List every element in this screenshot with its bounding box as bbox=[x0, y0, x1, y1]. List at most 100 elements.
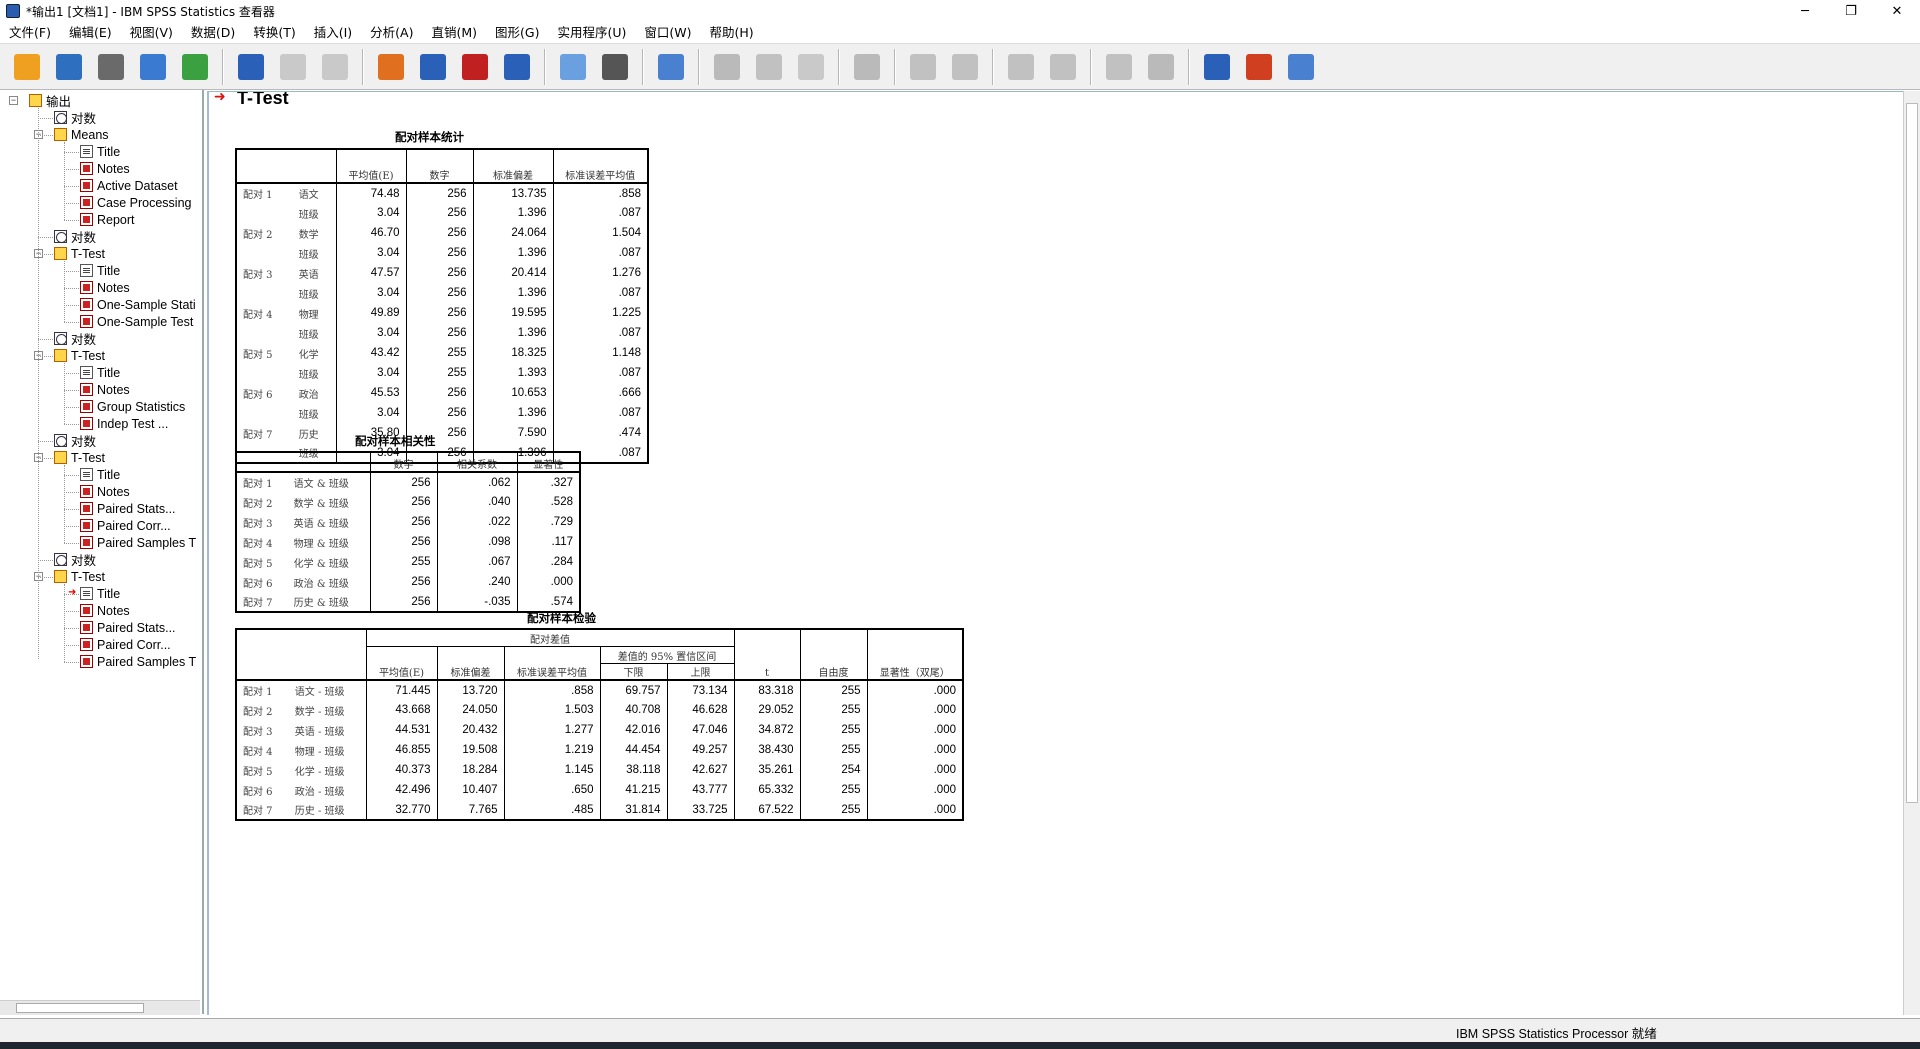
table-cell: 47.046 bbox=[666, 720, 734, 740]
table-row: 配对 7 历史 & 班级 256 -.035.574 bbox=[236, 592, 580, 612]
export-icon[interactable] bbox=[178, 50, 212, 84]
tree-node[interactable]: Paired Samples T bbox=[80, 653, 196, 670]
section-title[interactable]: T-Test bbox=[237, 92, 289, 109]
select-icon[interactable] bbox=[556, 50, 590, 84]
collapse-icon[interactable] bbox=[1046, 50, 1080, 84]
goto-variable-icon[interactable] bbox=[416, 50, 450, 84]
menu-item-6[interactable]: 分析(A) bbox=[361, 22, 422, 44]
back-icon[interactable] bbox=[906, 50, 940, 84]
tree-node[interactable]: 对数 bbox=[54, 228, 96, 245]
tree-node[interactable]: One-Sample Stati bbox=[80, 296, 196, 313]
tree-node[interactable]: T-Test bbox=[54, 449, 105, 466]
tree-node[interactable]: Report bbox=[80, 211, 135, 228]
tree-node[interactable]: 对数 bbox=[54, 551, 96, 568]
print-preview-icon[interactable] bbox=[136, 50, 170, 84]
insert-text-icon[interactable] bbox=[1284, 50, 1318, 84]
tree-node[interactable]: Notes bbox=[80, 381, 130, 398]
pivot-2-icon[interactable] bbox=[752, 50, 786, 84]
tree-node[interactable]: Case Processing bbox=[80, 194, 192, 211]
paired-stats-table[interactable]: 平均值(E) 数字 标准偏差 标准误差平均值 配对 1 语文 74.48 256 13.735.… bbox=[235, 148, 649, 464]
close-button[interactable]: ✕ bbox=[1874, 0, 1920, 22]
designate-window-icon[interactable] bbox=[654, 50, 688, 84]
column-header: 平均值(E) bbox=[335, 148, 407, 184]
tree-node[interactable]: Paired Stats... bbox=[80, 500, 176, 517]
tree-node[interactable]: 对数 bbox=[54, 432, 96, 449]
forward-icon[interactable] bbox=[948, 50, 982, 84]
row-label: 配对 6 bbox=[243, 578, 273, 590]
tree-node[interactable]: Title bbox=[80, 364, 120, 381]
goto-data-icon[interactable] bbox=[234, 50, 268, 84]
tree-node[interactable]: Notes bbox=[80, 483, 130, 500]
tree-node[interactable]: Indep Test ... bbox=[80, 415, 168, 432]
hide-2-icon[interactable] bbox=[1144, 50, 1178, 84]
menu-item-3[interactable]: 数据(D) bbox=[182, 22, 244, 44]
tree-node[interactable]: T-Test bbox=[54, 245, 105, 262]
test-table-caption[interactable]: 配对样本检验 bbox=[527, 610, 596, 626]
tree-node-label: 对数 bbox=[71, 554, 97, 568]
tree-node[interactable]: Paired Corr... bbox=[80, 636, 171, 653]
print-icon[interactable] bbox=[94, 50, 128, 84]
tree-node[interactable]: Notes bbox=[80, 279, 130, 296]
menu-item-8[interactable]: 图形(G) bbox=[486, 22, 548, 44]
collapse-toggle-icon[interactable]: − bbox=[9, 96, 18, 105]
tree-node[interactable]: Title bbox=[80, 143, 120, 160]
open-folder-icon[interactable] bbox=[10, 50, 44, 84]
menu-item-2[interactable]: 视图(V) bbox=[121, 22, 182, 44]
pivot-3-icon[interactable] bbox=[794, 50, 828, 84]
menu-item-10[interactable]: 窗口(W) bbox=[635, 22, 700, 44]
paired-test-table[interactable]: 配对差值 t 自由度 显著性（双尾） 平均值(E) 标准偏差 标准误差平均值 差值的 95% … bbox=[235, 628, 964, 821]
tree-node[interactable]: Title bbox=[80, 262, 120, 279]
save-icon[interactable] bbox=[52, 50, 86, 84]
tree-node[interactable]: 对数 bbox=[54, 109, 96, 126]
tree-node[interactable]: Active Dataset bbox=[80, 177, 178, 194]
tree-node[interactable]: Notes bbox=[80, 602, 130, 619]
stats-table-caption[interactable]: 配对样本统计 bbox=[395, 129, 464, 145]
scroll-thumb[interactable] bbox=[16, 1003, 144, 1013]
goto-case-icon[interactable] bbox=[374, 50, 408, 84]
tree-connector bbox=[38, 560, 53, 561]
menu-item-4[interactable]: 转换(T) bbox=[244, 22, 304, 44]
tree-node[interactable]: Paired Samples T bbox=[80, 534, 196, 551]
tree-node[interactable]: Notes bbox=[80, 160, 130, 177]
row-label: 配对 2 bbox=[243, 706, 273, 718]
hide-icon[interactable] bbox=[850, 50, 884, 84]
tree-node[interactable]: Means bbox=[54, 126, 109, 143]
tree-node[interactable]: T-Test bbox=[54, 568, 105, 585]
tree-node[interactable]: One-Sample Test bbox=[80, 313, 193, 330]
corr-table-caption[interactable]: 配对样本相关性 bbox=[355, 433, 436, 449]
expand-icon[interactable] bbox=[1004, 50, 1038, 84]
select-2-icon[interactable] bbox=[598, 50, 632, 84]
minimize-button[interactable]: ─ bbox=[1782, 0, 1828, 22]
pivot-icon[interactable] bbox=[710, 50, 744, 84]
menu-item-5[interactable]: 插入(I) bbox=[305, 22, 361, 44]
redo-icon[interactable] bbox=[318, 50, 352, 84]
insert-heading-icon[interactable] bbox=[1200, 50, 1234, 84]
maximize-button[interactable]: ❐ bbox=[1828, 0, 1874, 22]
tree-node[interactable]: T-Test bbox=[54, 347, 105, 364]
menu-item-11[interactable]: 帮助(H) bbox=[701, 22, 763, 44]
insert-output-icon[interactable] bbox=[458, 50, 492, 84]
tree-node[interactable]: Title bbox=[80, 466, 120, 483]
menu-item-1[interactable]: 编辑(E) bbox=[60, 22, 121, 44]
tree-node[interactable]: Paired Stats... bbox=[80, 619, 176, 636]
show-icon[interactable] bbox=[1102, 50, 1136, 84]
tree-node[interactable]: Title bbox=[80, 585, 120, 602]
menu-item-0[interactable]: 文件(F) bbox=[0, 22, 60, 44]
tree-node[interactable]: 输出 bbox=[29, 92, 71, 109]
paired-corr-table[interactable]: 数字 相关系数 显著性 配对 1 语文 & 班级 256.062.327 配对 2 数学 & … bbox=[235, 451, 581, 613]
menu-item-7[interactable]: 直销(M) bbox=[422, 22, 486, 44]
tree-node[interactable]: 对数 bbox=[54, 330, 96, 347]
tree-node[interactable]: Paired Corr... bbox=[80, 517, 171, 534]
table-cell: 256 bbox=[405, 323, 473, 343]
undo-icon[interactable] bbox=[276, 50, 310, 84]
insert-table-icon[interactable] bbox=[500, 50, 534, 84]
content-vertical-scrollbar[interactable] bbox=[1903, 91, 1920, 1015]
insert-title-icon[interactable] bbox=[1242, 50, 1276, 84]
scroll-thumb[interactable] bbox=[1906, 103, 1918, 803]
table-row: 配对 3 英语 - 班级 44.531 20.432 1.277 42.016 47.046… bbox=[236, 720, 963, 740]
table-cell: .284 bbox=[516, 552, 580, 572]
row-label: 配对 6 bbox=[243, 786, 273, 798]
outline-horizontal-scrollbar[interactable] bbox=[0, 1000, 200, 1015]
menu-item-9[interactable]: 实用程序(U) bbox=[548, 22, 635, 44]
tree-node[interactable]: Group Statistics bbox=[80, 398, 185, 415]
